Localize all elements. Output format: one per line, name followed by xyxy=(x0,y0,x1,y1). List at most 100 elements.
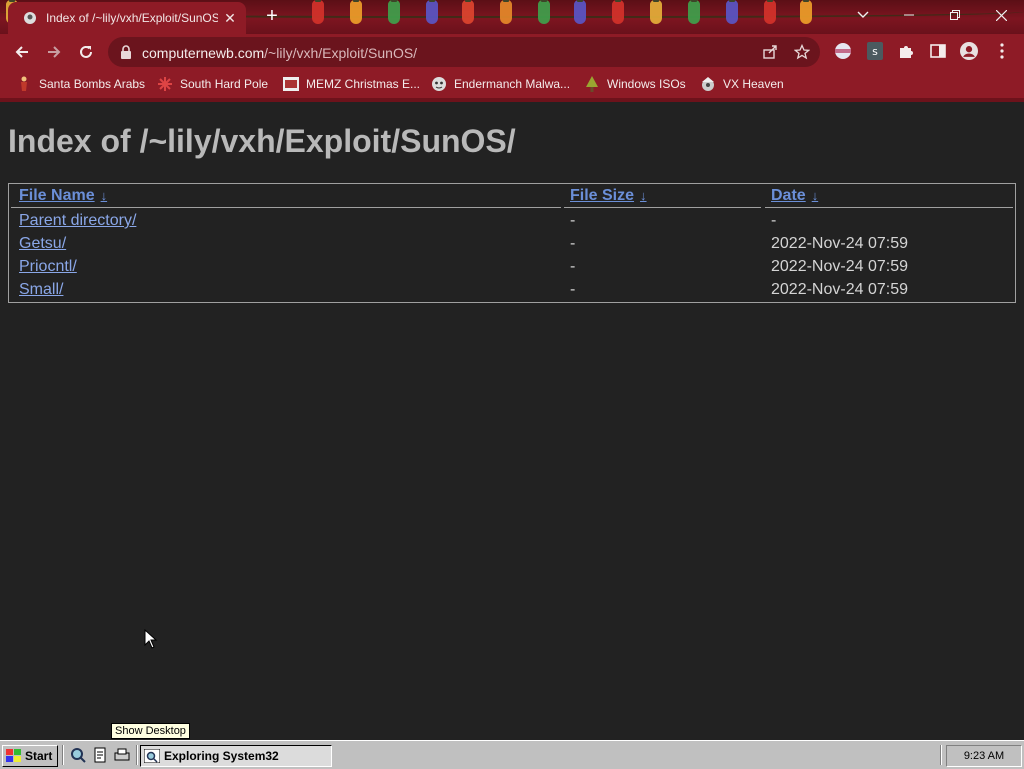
header-divider xyxy=(765,207,1013,208)
document-quicklaunch-icon[interactable] xyxy=(92,747,108,763)
header-label: File Name xyxy=(19,187,95,204)
minimize-icon xyxy=(904,14,914,16)
face-icon xyxy=(431,76,447,92)
extension-s-icon[interactable]: s xyxy=(866,42,884,60)
column-header-date[interactable]: Date ↓ xyxy=(771,187,818,205)
arrow-left-icon xyxy=(15,46,28,58)
header-divider xyxy=(564,207,761,208)
start-button[interactable]: Start xyxy=(2,745,58,767)
close-icon xyxy=(995,9,1007,21)
profile-avatar-icon[interactable] xyxy=(960,42,978,60)
mouse-cursor-icon xyxy=(144,629,158,649)
back-button[interactable] xyxy=(8,38,36,66)
tab-close-icon[interactable]: ✕ xyxy=(222,10,238,27)
file-date: 2022-Nov-24 07:59 xyxy=(771,235,908,252)
column-header-file-name[interactable]: File Name ↓ xyxy=(19,187,107,205)
taskbar-separator xyxy=(940,745,942,765)
browser-tab-active[interactable]: Index of /~lily/vxh/Exploit/SunOS/ ✕ xyxy=(8,2,246,34)
directory-listing-table: File Name ↓ File Size ↓ Date ↓ Parent direc… xyxy=(8,183,1016,303)
bookmark-label: MEMZ Christmas E... xyxy=(306,77,421,91)
bookmark-item[interactable]: MEMZ Christmas E... xyxy=(283,76,420,92)
file-date: 2022-Nov-24 07:59 xyxy=(771,281,908,298)
reload-icon xyxy=(80,45,92,58)
image-icon xyxy=(283,76,299,92)
bookmark-item[interactable]: Windows ISOs xyxy=(584,76,686,92)
file-link-getsu[interactable]: Getsu/ xyxy=(19,235,66,253)
light-bulb xyxy=(350,0,362,24)
file-link-parent-directory[interactable]: Parent directory/ xyxy=(19,212,136,230)
printer-quicklaunch-icon[interactable] xyxy=(114,747,130,763)
file-size: - xyxy=(570,235,576,252)
taskbar-item-exploring[interactable]: Exploring System32 xyxy=(140,745,332,767)
tab-title: Index of /~lily/vxh/Exploit/SunOS/ xyxy=(46,11,218,25)
sort-arrow-icon: ↓ xyxy=(640,188,647,203)
light-bulb xyxy=(388,0,400,24)
light-bulb xyxy=(312,0,324,24)
lock-icon[interactable] xyxy=(120,45,132,64)
file-size: - xyxy=(570,258,576,275)
light-bulb xyxy=(462,0,474,24)
bookmark-label: VX Heaven xyxy=(723,77,784,91)
file-size: - xyxy=(570,281,576,298)
hat-icon xyxy=(700,76,716,92)
file-link-small[interactable]: Small/ xyxy=(19,281,63,299)
extensions-puzzle-icon[interactable] xyxy=(897,42,915,60)
header-divider xyxy=(11,207,561,208)
menu-kebab-icon[interactable] xyxy=(993,42,1011,60)
taskbar: Start Exploring System32 9:23 AM xyxy=(0,740,1024,769)
tree-icon xyxy=(584,76,600,92)
light-bulb xyxy=(764,0,776,24)
light-bulb xyxy=(800,0,812,24)
light-bulb xyxy=(538,0,550,24)
extension-ball-icon[interactable] xyxy=(834,42,852,60)
close-window-button[interactable] xyxy=(978,0,1024,30)
share-icon[interactable] xyxy=(762,44,778,60)
column-header-file-size[interactable]: File Size ↓ xyxy=(570,187,647,205)
header-label: File Size xyxy=(570,187,635,204)
explorer-icon xyxy=(144,749,160,763)
snowflake-icon xyxy=(157,76,173,92)
bookmark-item[interactable]: South Hard Pole xyxy=(157,76,268,92)
bookmark-item[interactable]: Endermanch Malwa... xyxy=(431,76,570,92)
bookmark-star-icon[interactable] xyxy=(794,44,810,60)
url-text: computernewb.com/~lily/vxh/Exploit/SunOS… xyxy=(142,45,417,61)
windows-logo-icon xyxy=(6,749,21,762)
bookmark-label: Santa Bombs Arabs xyxy=(39,77,146,91)
light-bulb xyxy=(574,0,586,24)
light-bulb xyxy=(726,0,738,24)
light-bulb xyxy=(688,0,700,24)
bookmark-item[interactable]: Santa Bombs Arabs xyxy=(16,76,145,92)
system-clock[interactable]: 9:23 AM xyxy=(946,745,1022,767)
light-bulb xyxy=(650,0,662,24)
tab-search-button[interactable] xyxy=(840,0,886,30)
show-desktop-tooltip: Show Desktop xyxy=(111,723,190,739)
minimize-button[interactable] xyxy=(886,0,932,30)
taskbar-separator xyxy=(62,745,64,765)
restore-icon xyxy=(950,10,960,20)
bookmark-label: Endermanch Malwa... xyxy=(454,77,571,91)
taskbar-separator xyxy=(136,745,138,765)
reload-button[interactable] xyxy=(72,38,100,66)
bookmark-label: Windows ISOs xyxy=(607,77,686,91)
bookmarks-bar: Santa Bombs Arabs South Hard Pole MEMZ C… xyxy=(0,70,1024,102)
arrow-right-icon xyxy=(48,46,61,58)
light-bulb xyxy=(500,0,512,24)
bookmark-item[interactable]: VX Heaven xyxy=(700,76,784,92)
header-label: Date xyxy=(771,187,806,204)
side-panel-icon[interactable] xyxy=(929,42,947,60)
figure-icon xyxy=(16,76,32,92)
new-tab-button[interactable]: + xyxy=(262,6,282,26)
favicon-icon xyxy=(22,10,38,26)
start-label: Start xyxy=(25,749,53,763)
light-bulb xyxy=(426,0,438,24)
forward-button[interactable] xyxy=(40,38,68,66)
sort-arrow-icon: ↓ xyxy=(811,188,819,203)
file-link-priocntl[interactable]: Priocntl/ xyxy=(19,258,77,276)
address-bar[interactable]: computernewb.com/~lily/vxh/Exploit/SunOS… xyxy=(108,37,820,67)
restore-button[interactable] xyxy=(932,0,978,30)
url-domain: computernewb.com xyxy=(142,45,265,61)
bookmark-label: South Hard Pole xyxy=(180,77,269,91)
file-date: 2022-Nov-24 07:59 xyxy=(771,258,908,275)
sort-arrow-icon: ↓ xyxy=(100,188,108,203)
explorer-quicklaunch-icon[interactable] xyxy=(70,747,86,763)
